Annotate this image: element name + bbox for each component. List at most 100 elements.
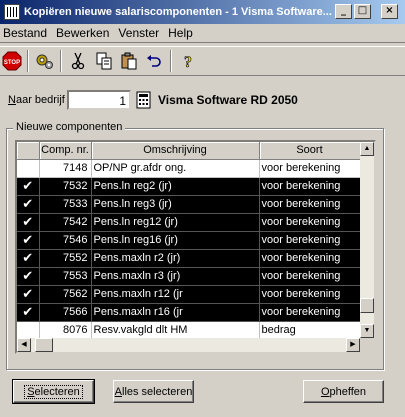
menu-bestand[interactable]: Bestand: [0, 26, 53, 40]
vertical-scrollbar[interactable]: ▲ ▼: [360, 142, 374, 338]
select-button-text: electeren: [34, 385, 80, 398]
row-soort: voor berekening: [259, 267, 361, 286]
toolbar-separator: [170, 50, 172, 72]
select-all-button[interactable]: Alles selecteren: [113, 380, 194, 403]
row-omschrijving: Pens.ln reg3 (jr): [91, 195, 260, 214]
maximize-button[interactable]: □: [354, 4, 371, 19]
table-row[interactable]: ✔ 7542 Pens.ln reg12 (jr) voor berekening: [17, 213, 361, 232]
row-comp-nr: 7566: [39, 303, 92, 322]
menu-bewerken[interactable]: Bewerken: [53, 26, 115, 40]
company-name: Visma Software RD 2050: [158, 93, 298, 107]
help-icon-text: ?: [184, 54, 192, 71]
table-row[interactable]: ✔ 7546 Pens.ln reg16 (jr) voor berekening: [17, 231, 361, 250]
cancel-button-text: pheffen: [329, 385, 367, 398]
minimize-button[interactable]: _: [335, 4, 352, 19]
scroll-left-arrow[interactable]: ◀: [17, 338, 31, 352]
vertical-scroll-thumb[interactable]: [360, 298, 374, 313]
row-comp-nr: 8076: [39, 321, 92, 340]
select-all-button-text: lles selecteren: [122, 385, 193, 398]
row-check-icon: [17, 321, 40, 340]
row-soort: voor berekening: [259, 195, 361, 214]
scissors-icon: [71, 52, 84, 70]
scrollbar-corner: [360, 338, 374, 352]
company-label-text: aar bedrijf: [15, 94, 65, 106]
company-lookup-button[interactable]: [136, 91, 151, 109]
row-omschrijving: Pens.ln reg16 (jr): [91, 231, 260, 250]
gears-icon: [36, 54, 53, 69]
calculator-icon: [136, 91, 151, 109]
copy-button[interactable]: [92, 50, 115, 72]
cancel-button-label: Opheffen: [321, 386, 366, 398]
toolbar-separator: [60, 50, 62, 72]
toolbar: STOP ?: [0, 46, 405, 76]
row-soort: bedrag: [259, 321, 361, 340]
row-omschrijving: Pens.ln reg12 (jr): [91, 213, 260, 232]
undo-button[interactable]: [142, 50, 165, 72]
table-body: 7148 OP/NP gr.afdr ong. voor berekening ✔ 75…: [17, 159, 361, 340]
row-soort: voor berekening: [259, 285, 361, 304]
row-omschrijving: Pens.maxln r16 (jr: [91, 303, 260, 322]
row-comp-nr: 7546: [39, 231, 92, 250]
row-soort: voor berekening: [259, 303, 361, 322]
title-bar: Kopiëren nieuwe salariscomponenten - 1 V…: [0, 0, 405, 24]
table-row[interactable]: ✔ 7532 Pens.ln reg2 (jr) voor berekening: [17, 177, 361, 196]
components-grid[interactable]: Comp. nr. Omschrijving Soort 7148 OP/NP g…: [15, 140, 376, 354]
row-comp-nr: 7542: [39, 213, 92, 232]
table-row[interactable]: ✔ 7566 Pens.maxln r16 (jr voor berekening: [17, 303, 361, 322]
table-row[interactable]: ✔ 7552 Pens.maxln r2 (jr) voor berekening: [17, 249, 361, 268]
row-comp-nr: 7562: [39, 285, 92, 304]
stop-icon-text: STOP: [3, 60, 19, 66]
company-label: Naar bedrijf: [8, 94, 65, 106]
table-row[interactable]: ✔ 7553 Pens.maxln r3 (jr) voor berekening: [17, 267, 361, 286]
horizontal-scrollbar[interactable]: ◀ ▶: [17, 338, 360, 352]
scroll-up-arrow[interactable]: ▲: [360, 142, 374, 156]
horizontal-scroll-thumb[interactable]: [35, 338, 53, 352]
row-check-icon: ✔: [17, 195, 40, 214]
table-row[interactable]: ✔ 7533 Pens.ln reg3 (jr) voor berekening: [17, 195, 361, 214]
row-check-icon: ✔: [17, 213, 40, 232]
stop-icon: STOP: [2, 51, 21, 71]
paste-button[interactable]: [117, 50, 140, 72]
row-comp-nr: 7532: [39, 177, 92, 196]
scroll-down-arrow[interactable]: ▼: [360, 324, 374, 338]
row-check-icon: ✔: [17, 285, 40, 304]
table-row[interactable]: ✔ 7562 Pens.maxln r12 (jr voor berekening: [17, 285, 361, 304]
row-comp-nr: 7553: [39, 267, 92, 286]
row-soort: voor berekening: [259, 231, 361, 250]
table-row[interactable]: 7148 OP/NP gr.afdr ong. voor berekening: [17, 159, 361, 178]
undo-icon: [146, 55, 161, 67]
cut-button[interactable]: [66, 50, 89, 72]
select-button[interactable]: Selecteren: [12, 379, 95, 404]
paste-icon: [121, 52, 136, 70]
row-omschrijving: Pens.ln reg2 (jr): [91, 177, 260, 196]
help-button[interactable]: ?: [176, 50, 199, 72]
table-row[interactable]: 8076 Resv.vakgld dlt HM bedrag: [17, 321, 361, 340]
select-button-accel: S: [27, 385, 35, 398]
row-omschrijving: Pens.maxln r12 (jr: [91, 285, 260, 304]
row-omschrijving: Pens.maxln r2 (jr): [91, 249, 260, 268]
window-title: Kopiëren nieuwe salariscomponenten - 1 V…: [24, 6, 332, 18]
row-soort: voor berekening: [259, 159, 361, 178]
column-header-soort[interactable]: Soort: [259, 142, 361, 160]
column-header-comp-nr[interactable]: Comp. nr.: [39, 142, 92, 160]
row-comp-nr: 7533: [39, 195, 92, 214]
column-header-omschrijving[interactable]: Omschrijving: [91, 142, 260, 160]
cancel-button-accel: O: [320, 385, 330, 398]
menu-help[interactable]: Help: [165, 26, 199, 40]
settings-button[interactable]: [32, 50, 55, 72]
toolbar-separator: [27, 50, 29, 72]
close-button[interactable]: ×: [381, 4, 398, 19]
row-soort: voor berekening: [259, 213, 361, 232]
column-header-check[interactable]: [17, 142, 40, 160]
menu-venster[interactable]: Venster: [115, 26, 165, 40]
components-group-title: Nieuwe componenten: [13, 121, 126, 133]
copy-icon: [96, 52, 111, 70]
scroll-right-arrow[interactable]: ▶: [346, 338, 360, 352]
row-comp-nr: 7148: [39, 159, 92, 178]
company-number-input[interactable]: 1: [67, 90, 131, 110]
select-all-button-accel: A: [114, 385, 122, 398]
cancel-button[interactable]: Opheffen: [303, 380, 384, 403]
row-check-icon: ✔: [17, 267, 40, 286]
app-icon: [4, 4, 20, 20]
stop-button[interactable]: STOP: [0, 50, 23, 72]
